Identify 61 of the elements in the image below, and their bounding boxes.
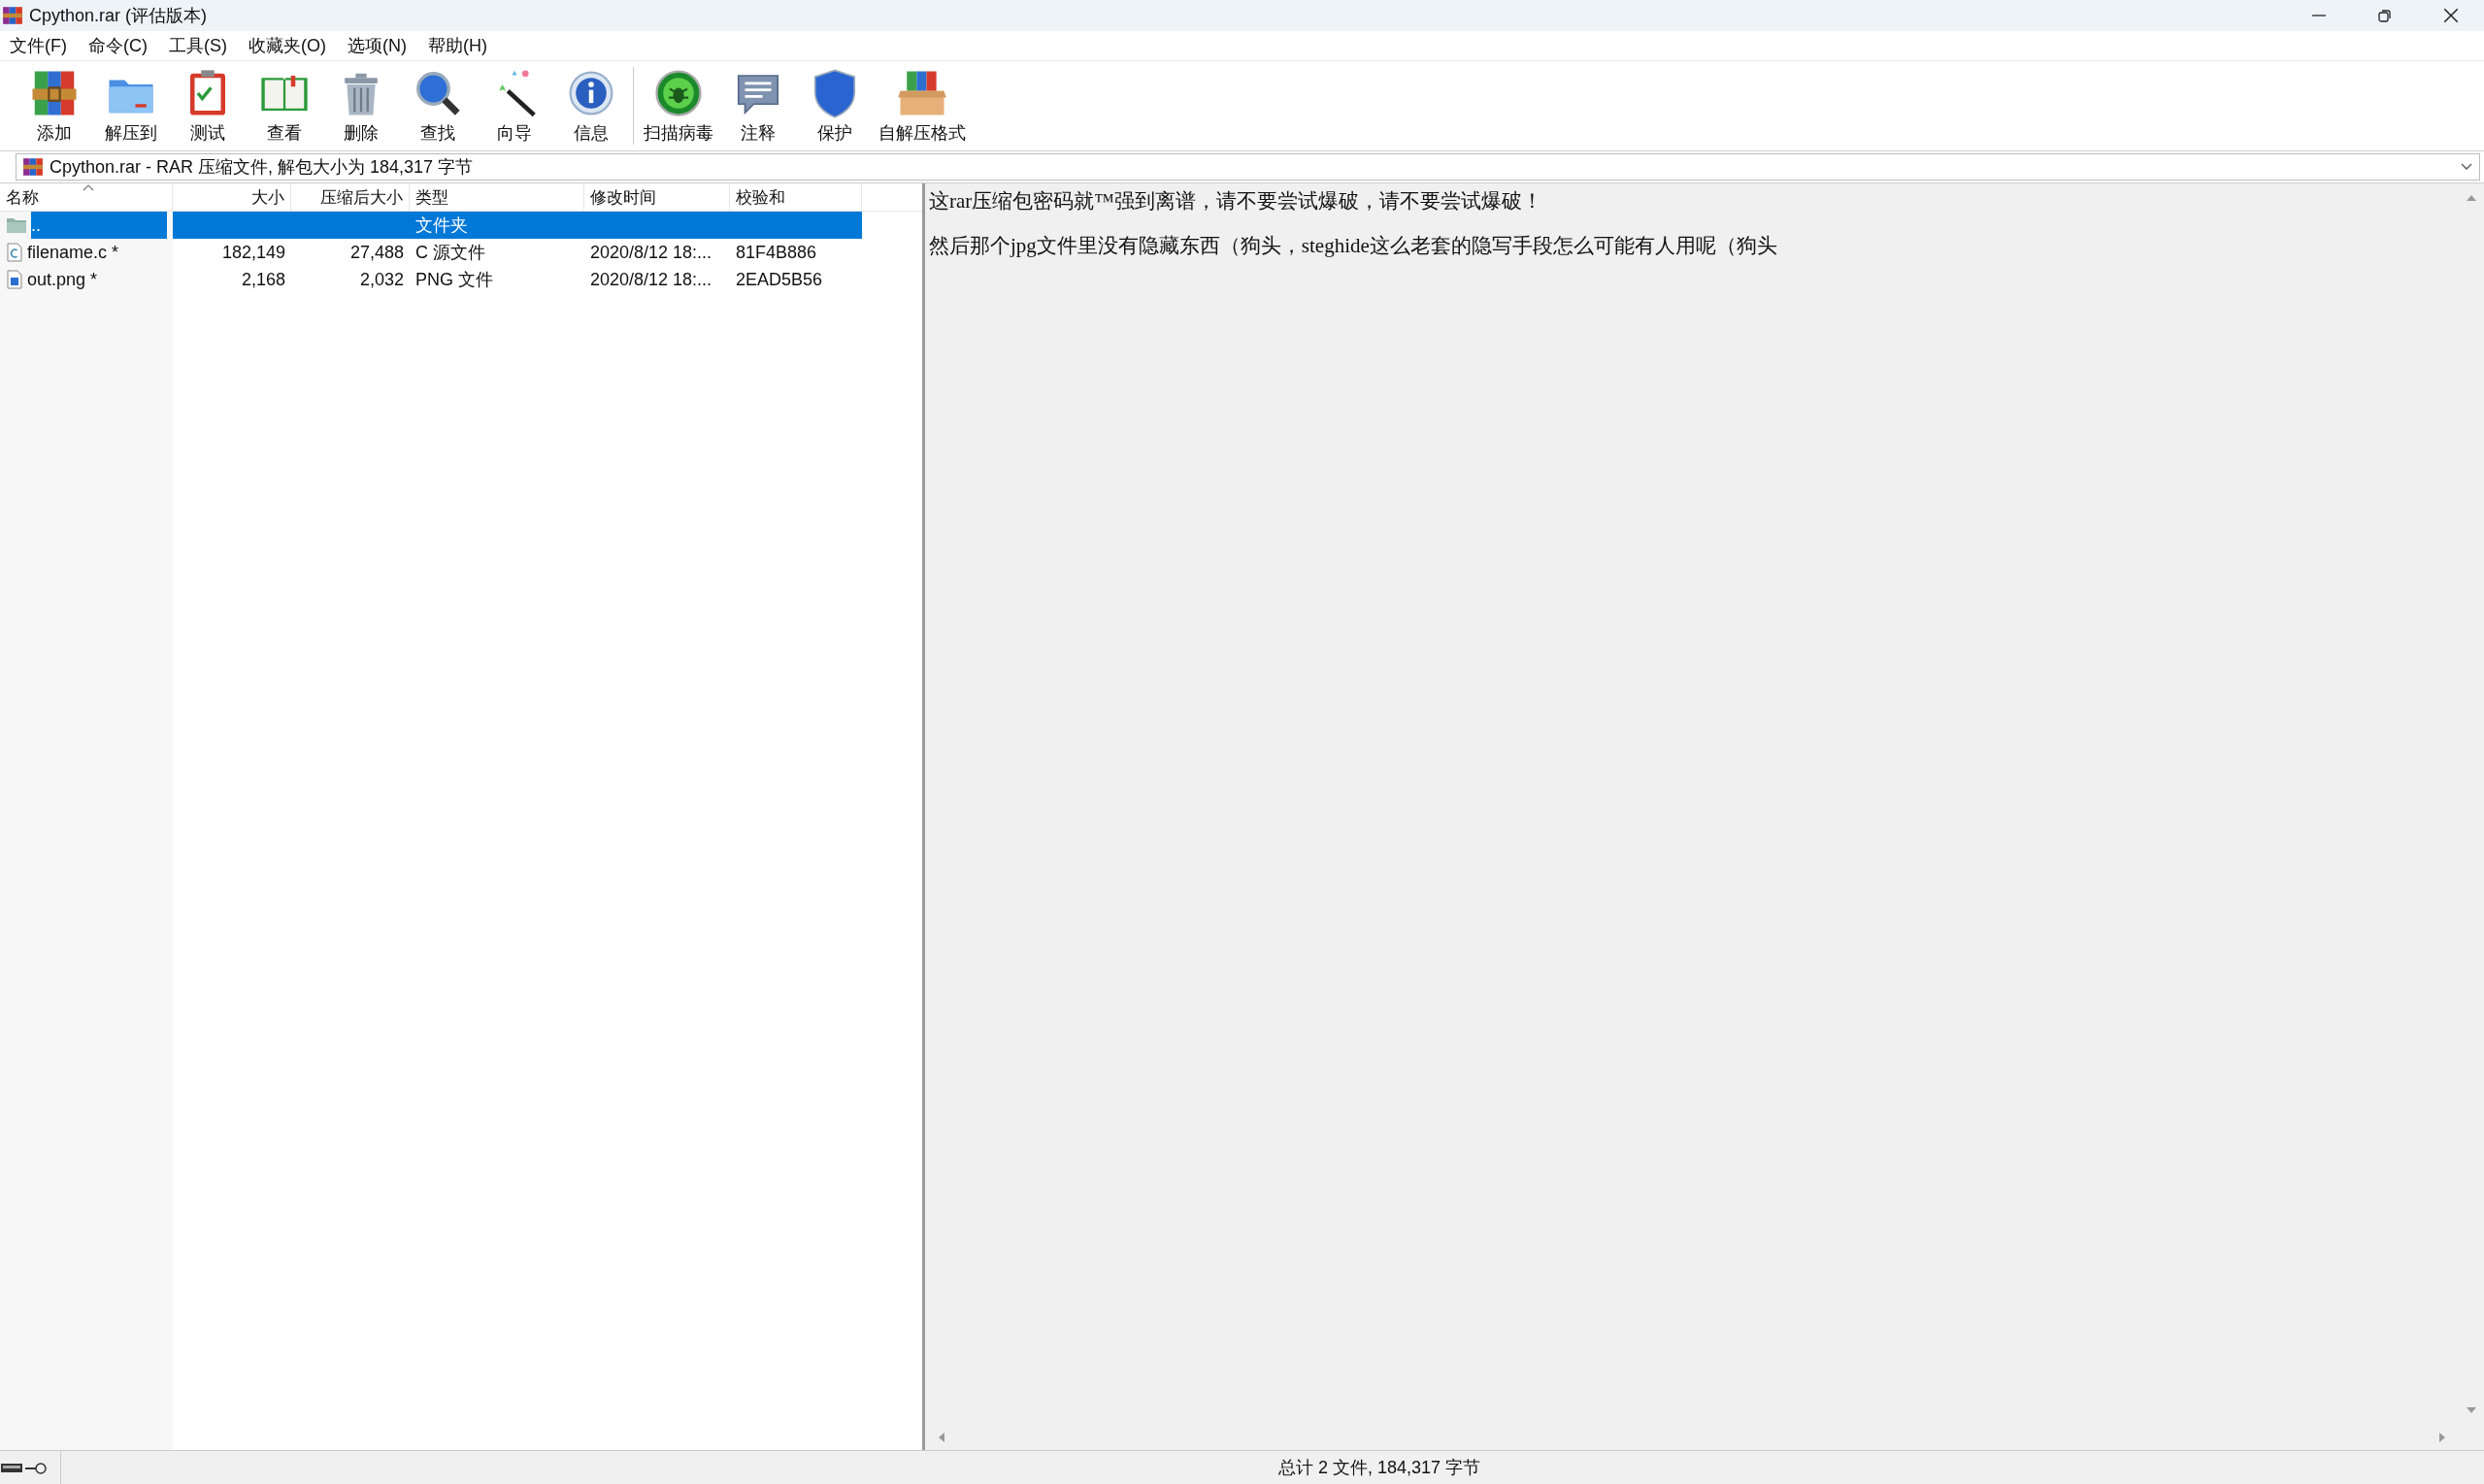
table-cell: 2,168	[241, 269, 285, 290]
menu-item[interactable]: 命令(C)	[88, 34, 148, 57]
column-header[interactable]: 校验和	[730, 183, 862, 211]
bug-icon	[652, 67, 705, 119]
column-header[interactable]: 类型	[410, 183, 584, 211]
file-row[interactable]: .. 文件夹	[0, 212, 922, 239]
table-cell: 81F4B886	[736, 242, 817, 263]
column-header[interactable]: 修改时间	[584, 183, 730, 211]
menu-item[interactable]: 收藏夹(O)	[248, 34, 326, 57]
table-cell-text: C 源文件	[415, 242, 485, 264]
scroll-down-icon	[2466, 1405, 2477, 1415]
table-cell-text: 文件夹	[415, 214, 468, 237]
toolbar-button[interactable]: 测试	[169, 61, 246, 150]
toolbar-button[interactable]: 扫描病毒	[638, 61, 719, 150]
toolbar-button[interactable]: 删除	[322, 61, 399, 150]
comment-text: 然后那个jpg文件里没有隐藏东西（狗头，steghide这么老套的隐写手段怎么可能有人用呢（狗头	[929, 233, 1778, 259]
toolbar-button[interactable]: 保护	[796, 61, 873, 150]
menu-item[interactable]: 工具(S)	[169, 34, 227, 57]
restore-icon	[2377, 8, 2393, 23]
toolbar-button[interactable]: 查看	[246, 61, 322, 150]
file-name: ..	[31, 212, 167, 239]
sort-caret-icon	[82, 183, 95, 192]
scroll-left-icon	[937, 1432, 946, 1443]
table-cell: 2020/8/12 18:...	[590, 269, 712, 290]
toolbar-button[interactable]: 添加	[16, 61, 92, 150]
table-cell-text: PNG 文件	[415, 269, 493, 291]
address-field[interactable]: Cpython.rar - RAR 压缩文件, 解包大小为 184,317 字节	[16, 153, 2480, 181]
toolbar-button[interactable]: 向导	[476, 61, 552, 150]
menu-item[interactable]: 文件(F)	[10, 34, 67, 57]
table-cell: 2020/8/12 18:...	[590, 242, 712, 263]
toolbar-button[interactable]: 查找	[399, 61, 476, 150]
comment-text: 这rar压缩包密码就™强到离谱，请不要尝试爆破，请不要尝试爆破！	[929, 188, 1543, 214]
image-file-icon	[6, 270, 23, 289]
column-header[interactable]: 压缩后大小	[291, 183, 410, 211]
table-cell: 2,032	[359, 269, 404, 290]
toolbar-button[interactable]: 注释	[719, 61, 796, 150]
archive-books-icon	[22, 156, 44, 178]
file-row[interactable]: filename.c * 182,149 27,488 C 源文件 2020/8/12 18:... 81F4B886	[0, 239, 922, 266]
table-cell: 182,149	[221, 242, 285, 263]
scroll-up-icon	[2466, 193, 2477, 203]
archive-books-icon	[2, 5, 23, 26]
file-name: filename.c *	[27, 242, 119, 263]
table-cell: 27,488	[349, 242, 404, 263]
c-file-icon	[6, 243, 23, 262]
toolbar-button[interactable]: 解压到	[92, 61, 169, 150]
scroll-right-icon	[2437, 1432, 2447, 1443]
table-cell: 2EAD5B56	[736, 269, 823, 290]
folder-icon	[6, 216, 27, 234]
dropdown-caret-icon	[2460, 162, 2473, 172]
toolbar-button[interactable]: 信息	[552, 61, 629, 150]
close-icon	[2442, 7, 2460, 24]
column-header[interactable]: 名称	[0, 183, 173, 211]
toolbar-button[interactable]: 自解压格式	[873, 61, 972, 150]
column-header[interactable]: 大小	[173, 183, 291, 211]
file-name: out.png *	[27, 269, 98, 290]
window-title: Cpython.rar (评估版本)	[29, 5, 208, 27]
minimize-icon	[2312, 15, 2326, 16]
file-row[interactable]: out.png * 2,168 2,032 PNG 文件 2020/8/12 18:... 2EAD5B56	[0, 266, 922, 293]
status-summary: 总计 2 文件, 184,317 字节	[1278, 1457, 1481, 1479]
menu-item[interactable]: 选项(N)	[348, 34, 407, 57]
menu-item[interactable]: 帮助(H)	[428, 34, 487, 57]
